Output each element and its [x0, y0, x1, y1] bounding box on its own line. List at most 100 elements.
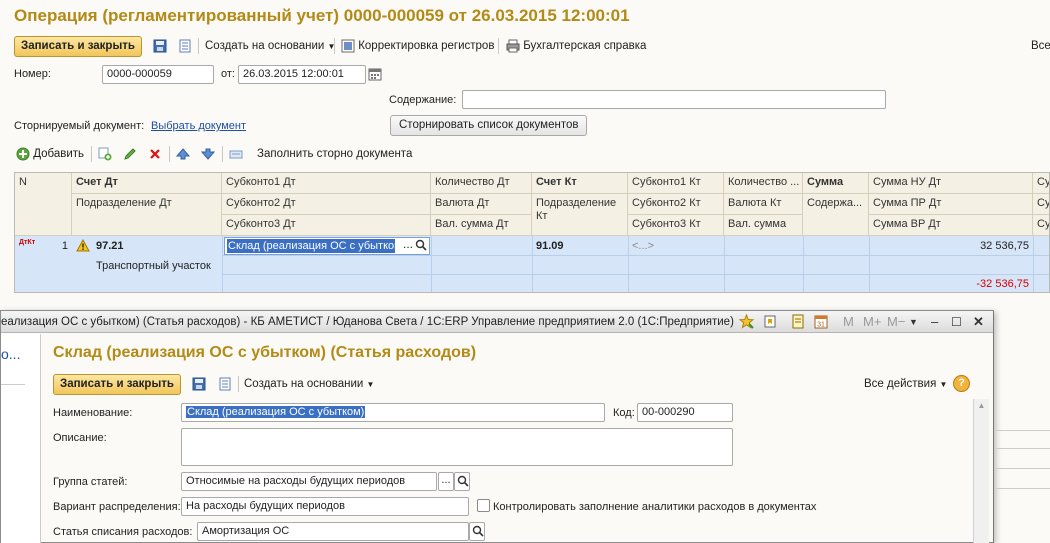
- col-header-sum[interactable]: Сумма: [803, 173, 869, 194]
- col-header-cur-sum-dt[interactable]: Вал. сумма Дт: [431, 215, 532, 236]
- col-header-debit-division[interactable]: Подразделение Дт: [72, 194, 222, 236]
- help-icon[interactable]: ?: [953, 375, 970, 392]
- toolbar-divider: [222, 146, 223, 162]
- group-field[interactable]: Относимые на расходы будущих периодов: [181, 472, 437, 491]
- ellipsis-button[interactable]: ...: [438, 472, 454, 491]
- expense-item-window[interactable]: еализация ОС с убытком) (Статья расходов…: [0, 310, 994, 543]
- col-header-n[interactable]: N: [15, 173, 72, 236]
- memory-minus-button[interactable]: M−: [887, 314, 905, 330]
- nav-panel[interactable]: о...: [1, 334, 41, 543]
- col-header-subkonto2-dt[interactable]: Субконто2 Дт: [222, 194, 431, 215]
- column-divider: [869, 236, 870, 292]
- scroll-up-icon[interactable]: ▲: [974, 401, 989, 410]
- vertical-scrollbar[interactable]: ▲: [973, 399, 989, 543]
- accounting-ref-button[interactable]: Бухгалтерская справка: [506, 38, 646, 54]
- svg-text:31: 31: [817, 322, 825, 329]
- code-field[interactable]: 00-000290: [637, 403, 733, 422]
- maximize-button[interactable]: ☐: [951, 314, 962, 330]
- edit-pencil-icon[interactable]: [123, 147, 137, 161]
- col-header-credit-division[interactable]: Подразделение Кт: [532, 194, 628, 236]
- list-icon[interactable]: [218, 377, 232, 391]
- save-icon[interactable]: [153, 39, 167, 53]
- cell-subkonto1-dt-value: Склад (реализация ОС с убытком: [227, 239, 395, 253]
- entries-table[interactable]: N Счет Дт Подразделение Дт Субконто1 Дт …: [14, 172, 1050, 293]
- cell-subkonto1-kt[interactable]: <...>: [628, 237, 724, 255]
- memory-plus-button[interactable]: M+: [863, 314, 881, 330]
- col-header-content[interactable]: Содержа...: [803, 194, 869, 236]
- memory-m-button[interactable]: M: [843, 314, 854, 330]
- col-header-sum-vr-dt[interactable]: Сумма ВР Дт: [869, 215, 1033, 236]
- col-header-subkonto2-kt[interactable]: Субконто2 Кт: [628, 194, 724, 215]
- document-icon[interactable]: [791, 314, 805, 333]
- col-header-sum-nu-dt[interactable]: Сумма НУ Дт: [869, 173, 1033, 194]
- document-title: Операция (регламентированный учет) 0000-…: [14, 6, 630, 25]
- cell-sum-nu-dt[interactable]: 32 536,75: [869, 237, 1033, 255]
- description-field[interactable]: [181, 428, 733, 466]
- col-header-qty-dt[interactable]: Количество Дт: [431, 173, 532, 194]
- move-up-icon[interactable]: [176, 147, 190, 161]
- close-button[interactable]: ✕: [973, 314, 984, 330]
- col-header-subkonto1-kt[interactable]: Субконто1 Кт: [628, 173, 724, 194]
- cell-debit-account[interactable]: 97.21: [92, 237, 222, 255]
- column-divider: [803, 236, 804, 292]
- cell-credit-account[interactable]: 91.09: [532, 237, 628, 255]
- toolbar-divider: [169, 146, 170, 162]
- col-header-debit-account[interactable]: Счет Дт: [72, 173, 222, 194]
- col-header-currency-kt[interactable]: Валюта Кт: [724, 194, 803, 215]
- fill-storno-button[interactable]: Заполнить сторно документа: [257, 146, 412, 162]
- storno-list-button[interactable]: Сторнировать список документов: [390, 115, 588, 136]
- content-field[interactable]: [462, 90, 886, 109]
- col-header-cut[interactable]: Сум: [1033, 215, 1049, 236]
- column-divider: [1033, 236, 1034, 292]
- date-field[interactable]: 26.03.2015 12:00:01: [238, 65, 366, 84]
- col-header-currency-dt[interactable]: Валюта Дт: [431, 194, 532, 215]
- search-icon[interactable]: [469, 522, 485, 541]
- registers-button[interactable]: Корректировка регистров: [341, 38, 494, 54]
- save-close-button[interactable]: Записать и закрыть: [14, 36, 142, 57]
- calendar-icon[interactable]: [367, 66, 383, 83]
- select-document-link[interactable]: Выбрать документ: [151, 120, 246, 132]
- background-line: [996, 468, 1050, 469]
- distribution-field[interactable]: На расходы будущих периодов: [181, 497, 469, 516]
- col-header-subkonto1-dt[interactable]: Субконто1 Дт: [222, 173, 431, 194]
- chevron-down-icon[interactable]: ▼: [909, 314, 918, 330]
- search-icon[interactable]: [415, 239, 427, 254]
- col-header-subkonto3-kt[interactable]: Субконто3 Кт: [628, 215, 724, 236]
- save-icon[interactable]: [192, 377, 206, 391]
- col-header-cur-sum-kt[interactable]: Вал. сумма: [724, 215, 803, 236]
- copy-row-icon[interactable]: [98, 147, 112, 161]
- column-divider: [628, 236, 629, 292]
- list-icon[interactable]: [178, 39, 192, 53]
- ellipsis-button[interactable]: ...: [403, 237, 413, 251]
- fill-icon[interactable]: [229, 147, 243, 161]
- minimize-button[interactable]: –: [931, 314, 938, 330]
- add-icon: [16, 147, 30, 161]
- bookmark-icon[interactable]: [763, 314, 777, 333]
- all-actions-menu[interactable]: Все: [1031, 38, 1050, 54]
- control-checkbox[interactable]: [477, 499, 490, 512]
- number-field[interactable]: 0000-000059: [102, 65, 214, 84]
- date-label: от:: [221, 68, 235, 80]
- col-header-subkonto3-dt[interactable]: Субконто3 Дт: [222, 215, 431, 236]
- cell-sum-vr-dt[interactable]: -32 536,75: [869, 275, 1033, 292]
- col-header-sum-pr-dt[interactable]: Сумма ПР Дт: [869, 194, 1033, 215]
- col-header-credit-account[interactable]: Счет Кт: [532, 173, 628, 194]
- create-based-menu[interactable]: Создать на основании ▼: [205, 38, 335, 55]
- name-field[interactable]: Склад (реализация ОС с убытком): [181, 403, 605, 422]
- create-based-menu[interactable]: Создать на основании ▼: [244, 376, 374, 393]
- add-row-button[interactable]: Добавить: [16, 146, 84, 162]
- favorite-star-icon[interactable]: [738, 313, 755, 333]
- writeoff-field[interactable]: Амортизация ОС: [197, 522, 469, 541]
- calendar-icon[interactable]: 31: [814, 314, 828, 333]
- col-header-qty-kt[interactable]: Количество ...: [724, 173, 803, 194]
- delete-icon[interactable]: [148, 147, 162, 161]
- cell-debit-division[interactable]: Транспортный участок: [92, 257, 222, 275]
- move-down-icon[interactable]: [201, 147, 215, 161]
- cell-subkonto1-dt-editor[interactable]: Склад (реализация ОС с убытком ...: [224, 237, 430, 255]
- col-header-cut[interactable]: Сум: [1033, 173, 1049, 194]
- search-icon[interactable]: [454, 472, 470, 491]
- save-close-button[interactable]: Записать и закрыть: [53, 374, 181, 395]
- nav-item[interactable]: о...: [1, 346, 20, 362]
- col-header-cut[interactable]: Сум: [1033, 194, 1049, 215]
- all-actions-menu[interactable]: Все действия ▼: [864, 376, 947, 393]
